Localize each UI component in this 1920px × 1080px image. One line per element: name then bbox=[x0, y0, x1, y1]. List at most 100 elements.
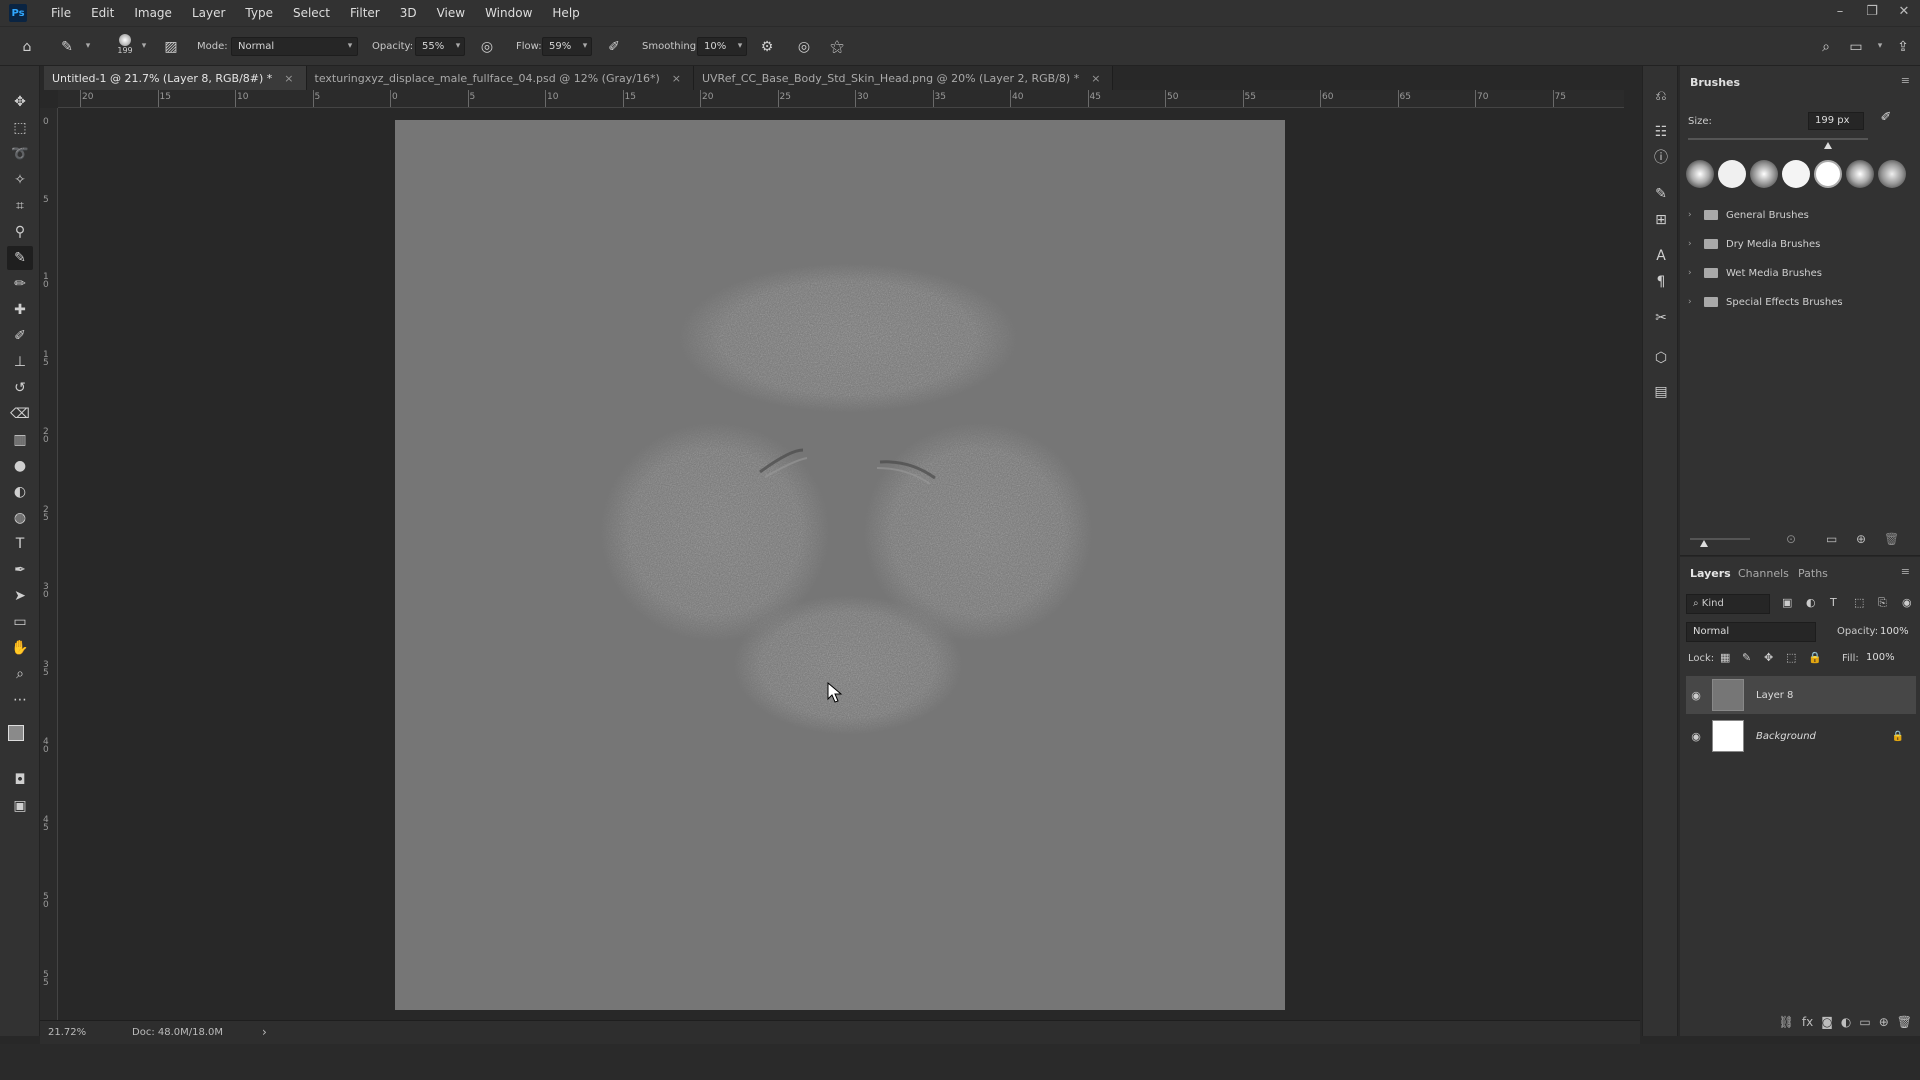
chevron-right-icon[interactable]: › bbox=[1688, 239, 1700, 249]
link-layers-icon[interactable]: ⛓ bbox=[1779, 1015, 1794, 1029]
hand-tool-icon[interactable]: ✋ bbox=[7, 636, 33, 660]
lock-transparent-icon[interactable]: ▦ bbox=[1720, 651, 1730, 664]
chevron-down-icon[interactable]: ▾ bbox=[734, 39, 746, 53]
eye-icon[interactable]: ◉ bbox=[1686, 689, 1706, 702]
fx-icon[interactable]: fx bbox=[1802, 1015, 1813, 1029]
close-icon[interactable]: × bbox=[1091, 72, 1100, 85]
panel-menu-icon[interactable]: ≡ bbox=[1901, 74, 1910, 87]
new-layer-icon[interactable]: ⊕ bbox=[1879, 1015, 1889, 1029]
brush-group-wet-media[interactable]: › Wet Media Brushes bbox=[1688, 261, 1913, 285]
new-group-icon[interactable]: ▭ bbox=[1859, 1015, 1870, 1029]
menu-file[interactable]: File bbox=[41, 0, 81, 26]
marquee-tool-icon[interactable]: ⬚ bbox=[7, 116, 33, 140]
quick-mask-icon[interactable]: ◘ bbox=[7, 768, 33, 792]
menu-edit[interactable]: Edit bbox=[81, 0, 124, 26]
brush-tip-preset-4[interactable] bbox=[1782, 160, 1810, 188]
tab-untitled-1[interactable]: Untitled-1 @ 21.7% (Layer 8, RGB/8#) * × bbox=[44, 66, 307, 90]
history-panel-icon[interactable]: ⎌ bbox=[1649, 84, 1673, 108]
filter-shape-icon[interactable]: ⬚ bbox=[1854, 596, 1864, 609]
menu-select[interactable]: Select bbox=[283, 0, 340, 26]
share-icon[interactable]: ⇪ bbox=[1892, 36, 1914, 58]
foreground-color-swatch[interactable] bbox=[8, 725, 24, 741]
clone-stamp-tool-icon[interactable]: ⊥ bbox=[7, 350, 33, 374]
menu-image[interactable]: Image bbox=[124, 0, 182, 26]
minimize-button[interactable]: – bbox=[1824, 0, 1856, 26]
lock-pixels-icon[interactable]: ✎ bbox=[1742, 651, 1751, 664]
dodge-tool-icon[interactable]: ◐ bbox=[7, 480, 33, 504]
character-panel-icon[interactable]: A bbox=[1649, 244, 1673, 268]
brush-angle-icon[interactable]: ✐ bbox=[1876, 110, 1896, 130]
paragraph-panel-icon[interactable]: ¶ bbox=[1649, 270, 1673, 294]
eraser-tool-icon[interactable]: ⌫ bbox=[7, 402, 33, 426]
restore-button[interactable]: ❐ bbox=[1856, 0, 1888, 26]
zoom-level[interactable]: 21.72% bbox=[48, 1027, 86, 1038]
horizontal-ruler[interactable]: 20 15 10 5 0 5 10 15 20 25 30 35 40 45 50 55 60 65 70 75 bbox=[58, 90, 1624, 108]
airbrush-icon[interactable]: ✐ bbox=[603, 36, 625, 58]
lasso-tool-icon[interactable]: ➰ bbox=[7, 142, 33, 166]
pencil-tool-icon[interactable]: ✏ bbox=[7, 272, 33, 296]
gradient-tool-icon[interactable]: ▥ bbox=[7, 428, 33, 452]
screen-mode-icon[interactable]: ▣ bbox=[7, 794, 33, 818]
chevron-right-icon[interactable]: › bbox=[1688, 297, 1700, 307]
brush-tip-preset-5[interactable] bbox=[1814, 160, 1842, 188]
mixer-brush-tool-icon[interactable]: ✐ bbox=[7, 324, 33, 348]
pressure-size-icon[interactable]: ◎ bbox=[793, 36, 815, 58]
layer-filter-kind-select[interactable]: ⌕ Kind bbox=[1686, 594, 1770, 614]
layer-name[interactable]: Background bbox=[1756, 731, 1892, 742]
trash-icon[interactable]: 🗑 bbox=[1884, 532, 1899, 546]
new-group-icon[interactable]: ▭ bbox=[1826, 532, 1837, 546]
chevron-down-icon[interactable]: ▾ bbox=[82, 39, 94, 53]
eye-icon[interactable]: ◉ bbox=[1686, 730, 1706, 743]
sponge-tool-icon[interactable]: ◍ bbox=[7, 506, 33, 530]
brush-group-dry-media[interactable]: › Dry Media Brushes bbox=[1688, 232, 1913, 256]
3d-panel-icon[interactable]: ⬡ bbox=[1649, 346, 1673, 370]
close-icon[interactable]: × bbox=[672, 72, 681, 85]
chevron-right-icon[interactable]: › bbox=[1688, 210, 1700, 220]
tab-channels[interactable]: Channels bbox=[1738, 567, 1789, 580]
brush-tip-preset-3[interactable] bbox=[1750, 160, 1778, 188]
menu-window[interactable]: Window bbox=[475, 0, 542, 26]
brush-size-slider-track[interactable] bbox=[1688, 138, 1868, 140]
blur-tool-icon[interactable]: ● bbox=[7, 454, 33, 478]
close-button[interactable]: ✕ bbox=[1888, 0, 1920, 26]
menu-filter[interactable]: Filter bbox=[340, 0, 390, 26]
path-selection-tool-icon[interactable]: ➤ bbox=[7, 584, 33, 608]
home-icon[interactable]: ⌂ bbox=[16, 36, 38, 58]
brush-tip-preset-7[interactable] bbox=[1878, 160, 1906, 188]
tab-uvref[interactable]: UVRef_CC_Base_Body_Std_Skin_Head.png @ 2… bbox=[693, 66, 1114, 90]
menu-3d[interactable]: 3D bbox=[390, 0, 427, 26]
clone-source-icon[interactable]: ⊞ bbox=[1649, 208, 1673, 232]
brush-tip-preset-6[interactable] bbox=[1846, 160, 1874, 188]
fill-field[interactable]: 100% bbox=[1866, 648, 1900, 668]
color-swatches[interactable] bbox=[8, 721, 32, 749]
pen-tool-icon[interactable]: ✒ bbox=[7, 558, 33, 582]
chevron-right-icon[interactable]: › bbox=[1688, 268, 1700, 278]
status-menu-arrow[interactable]: › bbox=[262, 1025, 267, 1039]
chevron-down-icon[interactable]: ▾ bbox=[579, 39, 591, 53]
chevron-down-icon[interactable]: ▾ bbox=[138, 39, 150, 53]
document-canvas[interactable] bbox=[395, 120, 1285, 1010]
layer-opacity-field[interactable]: 100% bbox=[1880, 622, 1914, 642]
symmetry-icon[interactable]: ⚝ bbox=[826, 36, 848, 58]
chevron-down-icon[interactable]: ▾ bbox=[1874, 39, 1886, 53]
menu-help[interactable]: Help bbox=[542, 0, 589, 26]
info-icon[interactable]: ⓘ bbox=[1649, 146, 1673, 170]
pressure-opacity-icon[interactable]: ◎ bbox=[476, 36, 498, 58]
menu-view[interactable]: View bbox=[427, 0, 475, 26]
tool-presets-icon[interactable]: ✂ bbox=[1649, 306, 1673, 330]
filter-smart-object-icon[interactable]: ⎘ bbox=[1878, 596, 1887, 610]
chevron-down-icon[interactable]: ▾ bbox=[452, 39, 464, 53]
layer-name[interactable]: Layer 8 bbox=[1756, 690, 1793, 701]
tab-texturingxyz[interactable]: texturingxyz_displace_male_fullface_04.p… bbox=[306, 66, 694, 90]
history-brush-tool-icon[interactable]: ↺ bbox=[7, 376, 33, 400]
layer-row-layer-8[interactable]: ◉ Layer 8 bbox=[1686, 676, 1916, 714]
preview-size-slider[interactable] bbox=[1690, 538, 1750, 540]
trash-icon[interactable]: 🗑 bbox=[1897, 1015, 1912, 1029]
brush-preset-icon[interactable]: ✎ bbox=[56, 36, 78, 58]
preview-size-thumb[interactable] bbox=[1700, 540, 1708, 547]
brush-group-general[interactable]: › General Brushes bbox=[1688, 203, 1913, 227]
layer-row-background[interactable]: ◉ Background 🔒 bbox=[1686, 717, 1916, 755]
new-brush-icon[interactable]: ⊕ bbox=[1856, 532, 1866, 546]
filter-adjustment-icon[interactable]: ◐ bbox=[1806, 596, 1816, 609]
brush-tip-preset-1[interactable] bbox=[1686, 160, 1714, 188]
